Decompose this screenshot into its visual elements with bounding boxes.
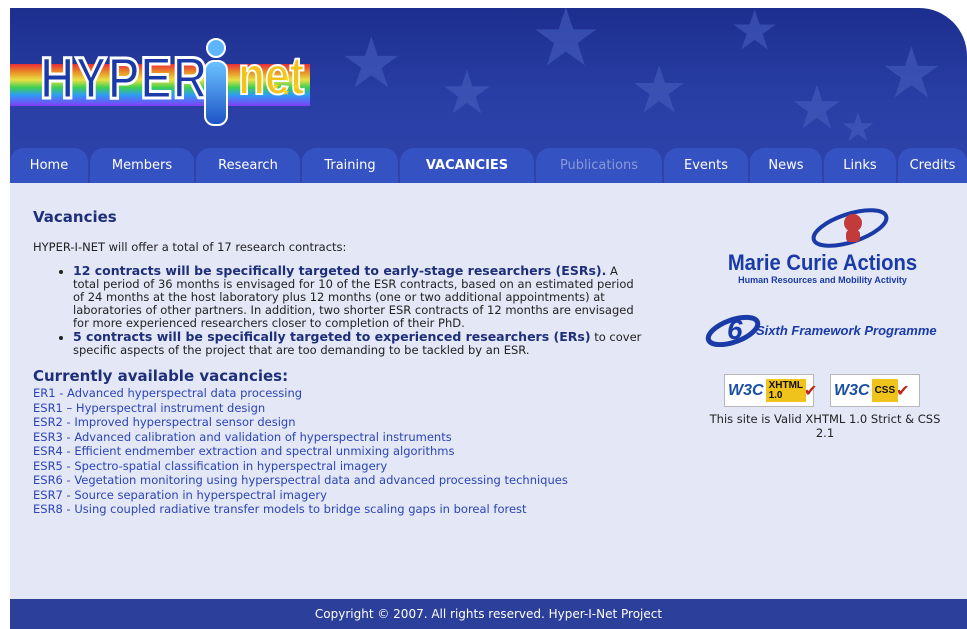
site-logo-net: net — [237, 45, 305, 107]
site-footer: Copyright © 2007. All rights reserved. H… — [10, 599, 967, 629]
contract-highlight: 5 contracts will be specifically targete… — [73, 329, 591, 344]
vacancies-heading: Currently available vacancies: — [33, 367, 289, 385]
check-icon: ✔ — [804, 382, 818, 400]
logo-i-mark — [198, 38, 230, 128]
tab-publications[interactable]: Publications — [536, 148, 662, 183]
marie-curie-actions-title[interactable]: Marie Curie Actions — [719, 250, 926, 276]
vacancy-link-esr5[interactable]: ESR5 - Spectro-spatial classification in… — [33, 459, 643, 474]
tab-home[interactable]: Home — [10, 148, 88, 183]
contracts-list: 12 contracts will be specifically target… — [33, 264, 643, 357]
background-star-icon: ★ — [730, 8, 780, 62]
tab-links[interactable]: Links — [824, 148, 896, 183]
vacancy-link-esr7[interactable]: ESR7 - Source separation in hyperspectra… — [33, 488, 643, 503]
eu-star-icon: ★ — [282, 88, 291, 98]
page-title: Vacancies — [33, 208, 117, 226]
fp6-logo-icon[interactable]: 6 — [703, 311, 763, 347]
list-item: 5 contracts will be specifically targete… — [73, 330, 643, 357]
badge-line-1: XHTML — [768, 379, 804, 391]
logo-i-stem — [204, 60, 228, 126]
vacancy-link-esr4[interactable]: ESR4 - Efficient endmember extraction an… — [33, 444, 643, 459]
background-star-icon: ★ — [340, 22, 403, 104]
vacancy-link-esr1[interactable]: ESR1 – Hyperspectral instrument design — [33, 401, 643, 416]
tab-credits[interactable]: Credits — [898, 148, 967, 183]
eu-star-icon: ★ — [272, 82, 281, 92]
eu-star-icon: ★ — [282, 74, 291, 84]
main-content: Vacancies HYPER-I-NET will offer a total… — [33, 208, 643, 517]
w3c-mark: W3C — [728, 381, 764, 399]
vacancy-link-esr3[interactable]: ESR3 - Advanced calibration and validati… — [33, 430, 643, 445]
vacancy-link-esr6[interactable]: ESR6 - Vegetation monitoring using hyper… — [33, 473, 643, 488]
background-star-icon: ★ — [630, 53, 689, 128]
background-star-icon: ★ — [530, 8, 602, 84]
main-navigation: Home Members Research Training VACANCIES… — [10, 148, 967, 183]
eu-star-icon: ★ — [292, 82, 301, 92]
valid-css-badge[interactable]: W3C CSS ✔ — [830, 374, 920, 407]
intro-text: HYPER-I-NET will offer a total of 17 res… — [33, 240, 347, 254]
css-label: CSS — [871, 379, 899, 402]
tab-events[interactable]: Events — [664, 148, 748, 183]
fp6-title[interactable]: Sixth Framework Programme — [756, 323, 937, 338]
list-item: 12 contracts will be specifically target… — [73, 264, 643, 330]
tab-research[interactable]: Research — [196, 148, 300, 183]
logo-i-dot — [206, 38, 226, 58]
copyright-text: Copyright © 2007. All rights reserved. H… — [314, 607, 663, 621]
vacancy-link-esr8[interactable]: ESR8 - Using coupled radiative transfer … — [33, 502, 643, 517]
tab-training[interactable]: Training — [302, 148, 398, 183]
w3c-mark: W3C — [834, 381, 870, 399]
marie-curie-portrait-icon[interactable] — [810, 206, 890, 248]
xhtml-label: XHTML 1.0 — [765, 379, 807, 402]
background-star-icon: ★ — [440, 58, 494, 128]
background-star-icon: ★ — [840, 105, 876, 151]
background-star-icon: ★ — [880, 32, 943, 114]
tab-vacancies[interactable]: VACANCIES — [400, 148, 534, 183]
background-star-icon: ★ — [790, 73, 844, 143]
marie-curie-actions-subtitle: Human Resources and Mobility Activity — [738, 275, 907, 285]
fp6-number: 6 — [727, 314, 743, 345]
site-logo-hyper: HYPER — [39, 45, 209, 113]
badge-line-2: 1.0 — [768, 389, 783, 401]
contract-highlight: 12 contracts will be specifically target… — [73, 263, 607, 278]
check-icon: ✔ — [896, 382, 910, 400]
site-header: ★ ★ ★ ★ ★ ★ ★ ★ HYPER net ★ ★ ★ ★ Home M… — [10, 8, 967, 183]
vacancy-link-esr2[interactable]: ESR2 - Improved hyperspectral sensor des… — [33, 415, 643, 430]
validity-note: This site is Valid XHTML 1.0 Strict & CS… — [709, 412, 941, 440]
badge-line-1: CSS — [874, 384, 896, 396]
tab-news[interactable]: News — [750, 148, 822, 183]
valid-xhtml-badge[interactable]: W3C XHTML 1.0 ✔ — [724, 374, 818, 407]
vacancy-link-er1[interactable]: ER1 - Advanced hyperspectral data proces… — [33, 386, 643, 401]
tab-members[interactable]: Members — [90, 148, 194, 183]
